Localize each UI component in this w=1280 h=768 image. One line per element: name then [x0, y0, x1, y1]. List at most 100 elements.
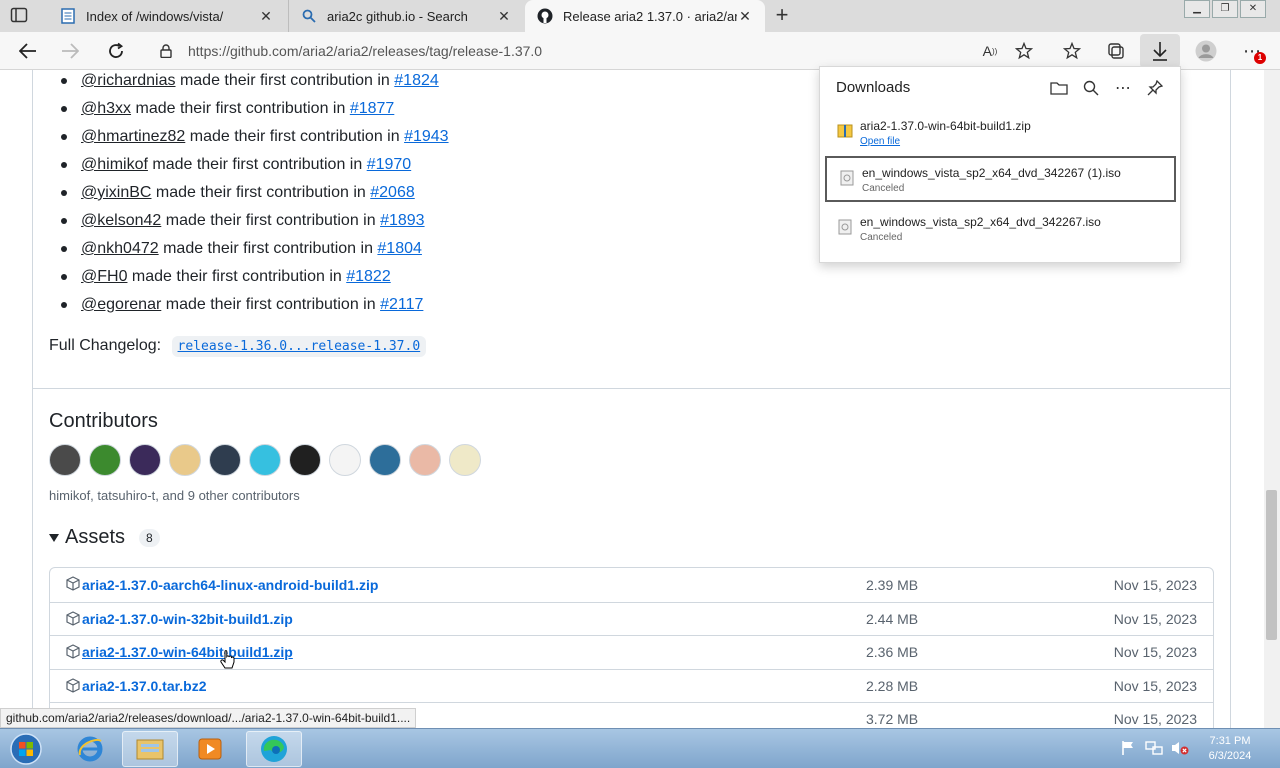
downloads-button[interactable]	[1140, 34, 1180, 68]
user-link[interactable]: @richardnias	[81, 72, 176, 89]
assets-count-badge: 8	[139, 528, 160, 547]
profile-avatar-icon[interactable]	[1194, 39, 1218, 63]
asset-link[interactable]: aria2-1.37.0-win-32bit-build1.zip	[82, 611, 293, 627]
refresh-icon[interactable]	[104, 39, 128, 63]
avatar[interactable]	[329, 444, 361, 476]
asset-date: Nov 15, 2023	[1113, 644, 1197, 661]
avatar[interactable]	[409, 444, 441, 476]
restore-button[interactable]: ❐	[1212, 0, 1238, 18]
asset-link[interactable]: aria2-1.37.0-win-64bit-build1.zip	[82, 644, 293, 660]
favorites-icon[interactable]	[1060, 39, 1084, 63]
tab-search[interactable]: aria2c github.io - Search ✕	[288, 0, 524, 32]
list-item: @h3xx made their first contribution in #…	[49, 98, 449, 126]
changelog-label: Full Changelog:	[49, 337, 162, 354]
close-icon[interactable]: ✕	[737, 8, 753, 24]
download-item[interactable]: en_windows_vista_sp2_x64_dvd_342267 (1).…	[825, 156, 1176, 202]
asset-link[interactable]: aria2-1.37.0.tar.bz2	[82, 678, 207, 694]
avatar[interactable]	[449, 444, 481, 476]
pr-link[interactable]: #1824	[394, 72, 439, 89]
forward-arrow-icon[interactable]	[58, 39, 82, 63]
asset-size: 2.28 MB	[866, 677, 919, 694]
asset-link[interactable]: aria2-1.37.0-aarch64-linux-android-build…	[82, 577, 378, 593]
start-orb-icon[interactable]	[6, 732, 46, 766]
download-item[interactable]: aria2-1.37.0-win-64bit-build1.zip Open f…	[825, 111, 1176, 157]
more-options-icon[interactable]: ⋯	[1112, 77, 1134, 99]
contribution-text: made their first contribution in	[151, 184, 371, 201]
avatar[interactable]	[129, 444, 161, 476]
tab-actions-icon[interactable]	[10, 6, 34, 26]
avatar[interactable]	[89, 444, 121, 476]
user-link[interactable]: @nkh0472	[81, 240, 159, 257]
url-text: https://github.com/aria2/aria2/releases/…	[188, 43, 543, 59]
action-center-flag-icon[interactable]	[1118, 739, 1138, 757]
asset-date: Nov 15, 2023	[1113, 711, 1197, 728]
user-link[interactable]: @egorenar	[81, 296, 161, 313]
network-icon[interactable]	[1144, 739, 1164, 757]
tab-index-vista[interactable]: Index of /windows/vista/ ✕	[48, 0, 286, 32]
status-link-preview: github.com/aria2/aria2/releases/download…	[0, 708, 417, 728]
add-favorite-icon[interactable]	[1012, 39, 1036, 63]
contribution-text: made their first contribution in	[131, 100, 350, 117]
download-filename: aria2-1.37.0-win-64bit-build1.zip	[860, 119, 1031, 133]
internet-explorer-icon[interactable]	[62, 731, 118, 767]
avatar[interactable]	[209, 444, 241, 476]
pr-link[interactable]: #1943	[404, 128, 449, 145]
tab-github-release[interactable]: Release aria2 1.37.0 · aria2/aria2 ✕	[525, 0, 765, 32]
list-item: @FH0 made their first contribution in #1…	[49, 266, 449, 294]
edge-browser-icon[interactable]	[246, 731, 302, 767]
url-field[interactable]: https://github.com/aria2/aria2/releases/…	[148, 36, 1048, 66]
volume-muted-icon[interactable]	[1170, 739, 1190, 757]
avatar[interactable]	[369, 444, 401, 476]
scrollbar-thumb[interactable]	[1266, 490, 1277, 640]
downloads-panel: Downloads ⋯ aria2-1.37.0-win-64bit-build…	[819, 66, 1181, 263]
user-link[interactable]: @yixinBC	[81, 184, 151, 201]
contribution-text: made their first contribution in	[161, 296, 381, 313]
clock[interactable]: 7:31 PM 6/3/2024	[1198, 734, 1262, 764]
avatar[interactable]	[169, 444, 201, 476]
avatar[interactable]	[289, 444, 321, 476]
download-item[interactable]: en_windows_vista_sp2_x64_dvd_342267.iso …	[825, 207, 1176, 253]
asset-date: Nov 15, 2023	[1113, 677, 1197, 694]
back-arrow-icon[interactable]	[16, 39, 40, 63]
pr-link[interactable]: #2117	[380, 296, 423, 313]
pr-link[interactable]: #1893	[380, 212, 425, 229]
user-link[interactable]: @FH0	[81, 268, 127, 285]
pr-link[interactable]: #2068	[370, 184, 415, 201]
collections-icon[interactable]	[1104, 39, 1128, 63]
list-item: @kelson42 made their first contribution …	[49, 210, 449, 238]
contributors-heading: Contributors	[49, 410, 158, 432]
pr-link[interactable]: #1970	[367, 156, 412, 173]
avatar[interactable]	[49, 444, 81, 476]
minimize-button[interactable]: ▁	[1184, 0, 1210, 18]
user-link[interactable]: @h3xx	[81, 100, 131, 117]
download-filename: en_windows_vista_sp2_x64_dvd_342267 (1).…	[862, 166, 1121, 180]
close-icon[interactable]: ✕	[258, 8, 274, 24]
file-explorer-icon[interactable]	[122, 731, 178, 767]
folder-icon[interactable]	[1048, 77, 1070, 99]
user-link[interactable]: @hmartinez82	[81, 128, 185, 145]
close-window-button[interactable]: ✕	[1240, 0, 1266, 18]
full-changelog: Full Changelog: release-1.36.0...release…	[49, 336, 427, 357]
new-contributors-list: @richardnias made their first contributi…	[49, 70, 449, 322]
clock-date: 6/3/2024	[1208, 750, 1252, 762]
download-status: Canceled	[862, 183, 905, 194]
list-item: @hmartinez82 made their first contributi…	[49, 126, 449, 154]
disc-file-icon	[837, 219, 853, 235]
assets-toggle[interactable]: Assets 8	[49, 526, 160, 549]
changelog-link[interactable]: release-1.36.0...release-1.37.0	[171, 336, 427, 357]
pr-link[interactable]: #1877	[350, 100, 395, 117]
search-icon[interactable]	[1080, 77, 1102, 99]
close-icon[interactable]: ✕	[496, 8, 512, 24]
media-player-icon[interactable]	[182, 731, 238, 767]
new-tab-button[interactable]: +	[770, 4, 794, 28]
avatar[interactable]	[249, 444, 281, 476]
read-aloud-icon[interactable]: A))	[978, 39, 1002, 63]
contribution-text: made their first contribution in	[127, 268, 347, 285]
user-link[interactable]: @kelson42	[81, 212, 161, 229]
pr-link[interactable]: #1822	[346, 268, 391, 285]
open-file-link[interactable]: Open file	[860, 136, 900, 147]
pr-link[interactable]: #1804	[377, 240, 422, 257]
pin-icon[interactable]	[1144, 77, 1166, 99]
user-link[interactable]: @himikof	[81, 156, 148, 173]
lock-icon[interactable]	[160, 44, 172, 63]
